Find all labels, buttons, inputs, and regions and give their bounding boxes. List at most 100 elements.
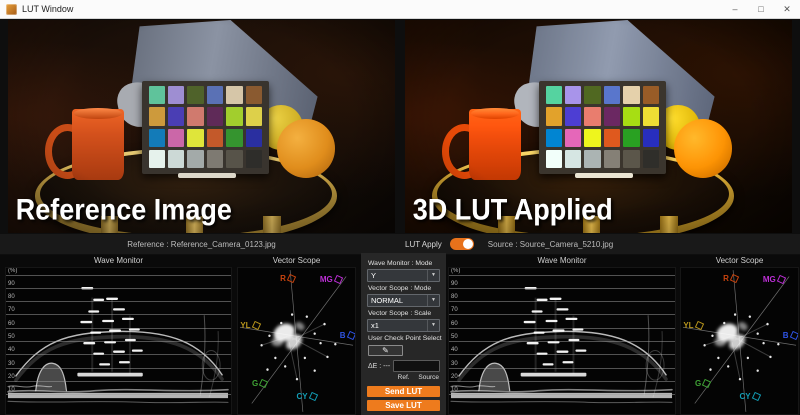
lut-control-panel: Wave Monitor : Mode Y ▼ Vector Scope : M… (361, 253, 446, 415)
wave-gridline (449, 368, 675, 369)
lut-apply-label: LUT Apply (405, 240, 442, 249)
lut-window: LUT Window – □ ✕ Reference Image (0, 0, 800, 415)
wave-gridline (6, 394, 231, 395)
title-bar: LUT Window – □ ✕ (0, 0, 800, 19)
wave-gridline (449, 354, 675, 355)
vectorscope-target-mg: MG (763, 275, 785, 284)
wave-scale-label: 80 (451, 294, 458, 300)
reference-wave-monitor: Wave Monitor (%) 90 80 70 60 50 40 30 20 10 (5, 255, 232, 415)
wave-gridline (449, 288, 675, 289)
wave-mode-label: Wave Monitor : Mode (368, 260, 440, 267)
vector-plot: RMGYLBGCY (680, 267, 799, 415)
ref-source-labels: Ref. Source (367, 374, 439, 381)
lut-apply-toggle[interactable] (450, 238, 474, 250)
wave-gridline (449, 314, 675, 315)
vectorscope-target-yl: YL (683, 321, 702, 330)
vector-mode-value: NORMAL (371, 296, 403, 305)
wave-mode-value: Y (371, 271, 376, 280)
vectorscope-target-g: G (252, 379, 267, 388)
wave-scale-label: (%) (451, 268, 460, 274)
wave-plot: (%) 90 80 70 60 50 40 30 20 10 (448, 267, 676, 415)
wave-scale-label: (%) (8, 268, 17, 274)
reference-caption: Reference : Reference_Camera_0123.jpg (8, 240, 395, 249)
minimize-button[interactable]: – (722, 0, 748, 18)
delta-e-label: ΔE : --- (368, 363, 390, 370)
wave-gridline (449, 381, 675, 382)
wave-gridline (6, 354, 231, 355)
checkpoint-label: User Check Point Select (368, 335, 440, 342)
wave-scale-label: 30 (8, 361, 15, 367)
wave-gridline (449, 341, 675, 342)
wave-scale-label: 50 (8, 334, 15, 340)
chevron-down-icon: ▼ (427, 320, 436, 331)
chevron-down-icon: ▼ (427, 295, 436, 306)
source-vector-scope: Vector Scope RMGYLBGCY (680, 255, 799, 415)
wave-scale-label: 10 (451, 387, 458, 393)
vector-plot: RMGYLBGCY (237, 267, 356, 415)
wave-gridline (6, 314, 231, 315)
wave-scale-label: 60 (8, 321, 15, 327)
wave-gridline (449, 301, 675, 302)
save-lut-button[interactable]: Save LUT (367, 400, 440, 411)
wave-gridline (449, 275, 675, 276)
window-title: LUT Window (22, 4, 73, 14)
wave-scale-label: 50 (451, 334, 458, 340)
wave-scale-label: 60 (451, 321, 458, 327)
wave-scale-label: 40 (8, 347, 15, 353)
wave-gridline (6, 328, 231, 329)
send-lut-button[interactable]: Send LUT (367, 386, 440, 397)
source-label: Source (418, 374, 439, 381)
ref-label: Ref. (398, 374, 410, 381)
source-caption: Source : Source_Camera_5210.jpg (488, 240, 613, 249)
vector-scale-select[interactable]: x1 ▼ (367, 319, 440, 332)
wave-scale-label: 40 (451, 347, 458, 353)
wave-scale-label: 20 (451, 374, 458, 380)
lut-overlay-label: 3D LUT Applied (413, 193, 613, 226)
wave-gridline (6, 341, 231, 342)
wave-gridline (6, 275, 231, 276)
delta-e-value-field[interactable] (393, 360, 440, 372)
vectorscope-target-cy: CY (740, 392, 760, 401)
vector-mode-label: Vector Scope : Mode (368, 285, 440, 292)
vectorscope-target-yl: YL (240, 321, 259, 330)
checkpoint-picker-button[interactable]: ✎ (368, 345, 403, 356)
source-wave-monitor: Wave Monitor (%) 90 80 70 60 50 40 30 20 10 (448, 255, 676, 415)
wave-gridline (6, 368, 231, 369)
vector-scope-title: Vector Scope (680, 255, 799, 267)
wave-scale-label: 90 (451, 281, 458, 287)
wave-scale-label: 90 (8, 281, 15, 287)
wave-gridline (6, 288, 231, 289)
wave-scale-label: 70 (451, 307, 458, 313)
vector-scale-label: Vector Scope : Scale (368, 310, 440, 317)
wave-gridline (6, 301, 231, 302)
wave-scale-label: 80 (8, 294, 15, 300)
vector-mode-select[interactable]: NORMAL ▼ (367, 294, 440, 307)
maximize-button[interactable]: □ (748, 0, 774, 18)
app-icon (6, 4, 17, 15)
reference-overlay-label: Reference Image (16, 193, 232, 226)
pencil-icon: ✎ (382, 346, 389, 355)
wave-gridline (6, 381, 231, 382)
wave-gridline (449, 328, 675, 329)
toggle-knob (463, 239, 473, 249)
wave-monitor-title: Wave Monitor (448, 255, 676, 267)
vectorscope-target-cy: CY (297, 392, 317, 401)
vectorscope-target-g: G (695, 379, 710, 388)
close-button[interactable]: ✕ (774, 0, 800, 18)
vectorscope-target-mg: MG (320, 275, 342, 284)
vectorscope-target-b: B (340, 331, 355, 340)
wave-scale-label: 30 (451, 361, 458, 367)
wave-gridline (449, 394, 675, 395)
vectorscope-target-b: B (783, 331, 798, 340)
vector-scale-value: x1 (371, 321, 379, 330)
scopes-section: Wave Monitor (%) 90 80 70 60 50 40 30 20 10 Vecto… (0, 255, 800, 415)
lut-applied-image-view: 3D LUT Applied (405, 20, 792, 233)
reference-image-view: Reference Image (8, 20, 395, 233)
reference-vector-scope: Vector Scope RMGYLBGCY (237, 255, 356, 415)
wave-scale-label: 70 (8, 307, 15, 313)
wave-monitor-title: Wave Monitor (5, 255, 232, 267)
wave-mode-select[interactable]: Y ▼ (367, 269, 440, 282)
wave-scale-label: 10 (8, 387, 15, 393)
wave-scale-label: 20 (8, 374, 15, 380)
vector-scope-title: Vector Scope (237, 255, 356, 267)
